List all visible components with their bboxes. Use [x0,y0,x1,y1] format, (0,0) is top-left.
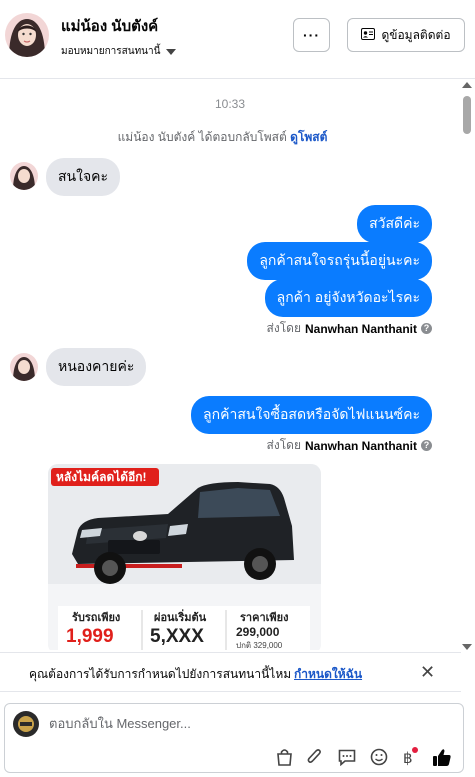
ad-col3-value: 299,000 [236,625,280,639]
customer-name[interactable]: แม่น้อง นับตังค์ [61,14,158,38]
help-icon[interactable]: ? [421,440,432,451]
ad-col1-value: 1,999 [66,626,114,647]
ad-col2-value: 5,XXX [150,626,204,647]
assign-prompt-banner: คุณต้องการได้รับการกำหนดไปยังการสนทนานี้… [0,652,461,692]
ad-col1-title: รับรถเพียง [72,611,120,624]
page-avatar [13,711,39,737]
scrollbar-thumb[interactable] [463,96,471,134]
sent-by-prefix: ส่งโดย [266,321,301,335]
paperclip-icon[interactable] [303,746,325,768]
contact-card-icon [361,27,376,43]
more-options-button[interactable]: ··· [293,18,330,52]
scroll-down-arrow-icon[interactable] [462,644,472,650]
thumbs-up-icon[interactable] [431,746,453,768]
payment-baht-icon[interactable]: ฿ [398,746,420,768]
customer-avatar-small [10,162,38,190]
message-composer: ฿ [4,703,464,773]
outgoing-message: สวัสดีค่ะ [357,205,432,243]
ad-headline: หลังไมค์ลดได้อีก! [56,469,147,484]
svg-text:฿: ฿ [403,749,413,767]
outgoing-message: ลูกค้า อยู่จังหวัดอะไรคะ [264,279,432,317]
outgoing-message: ลูกค้าสนใจรถรุ่นนี้อยู่นะคะ [247,242,432,280]
image-attachment[interactable]: หลังไมค์ลดได้อีก! รับรถเพียง 1,999 ผ่อนเ… [48,464,321,650]
assign-label: มอบหมายการสนทนานี้ [61,46,161,57]
close-icon[interactable]: ✕ [420,662,435,683]
scroll-up-arrow-icon[interactable] [462,82,472,88]
customer-avatar-small [10,353,38,381]
car-ad-image: หลังไมค์ลดได้อีก! รับรถเพียง 1,999 ผ่อนเ… [48,464,321,650]
assign-conversation-dropdown[interactable]: มอบหมายการสนทนานี้ [61,44,177,59]
reply-input[interactable] [49,716,349,731]
sent-by-label: ส่งโดย Nanwhan Nanthanit ? [267,436,432,455]
ad-col2-title: ผ่อนเริ่มต้น [154,609,207,624]
message-thread[interactable]: 10:33 แม่น้อง นับตังค์ ได้ตอบกลับโพสต์ ด… [0,80,475,650]
view-contact-button[interactable]: ดูข้อมูลติดต่อ [347,18,465,52]
conversation-header: แม่น้อง นับตังค์ มอบหมายการสนทนานี้ ··· … [0,0,475,79]
caret-down-icon [166,48,177,55]
saved-reply-icon[interactable] [336,746,358,768]
sent-by-label: ส่งโดย Nanwhan Nanthanit ? [267,319,432,338]
system-message-text: แม่น้อง นับตังค์ ได้ตอบกลับโพสต์ [117,130,287,144]
view-post-link[interactable]: ดูโพสต์ [290,130,327,144]
assign-prompt-text: คุณต้องการได้รับการกำหนดไปยังการสนทนานี้… [29,667,292,681]
sent-by-name: Nanwhan Nanthanit [304,321,417,336]
incoming-message: หนองคายค่ะ [46,348,147,386]
assign-to-me-link[interactable]: กำหนดให้ฉัน [294,665,362,684]
emoji-icon[interactable] [368,746,390,768]
message-timestamp: 10:33 [214,97,246,111]
help-icon[interactable]: ? [421,323,432,334]
view-contact-label: ดูข้อมูลติดต่อ [381,27,451,42]
sent-by-prefix: ส่งโดย [266,438,301,452]
customer-avatar[interactable] [5,13,49,57]
sent-by-name: Nanwhan Nanthanit [304,438,417,453]
shopping-bag-icon[interactable] [273,746,295,768]
system-message: แม่น้อง นับตังค์ ได้ตอบกลับโพสต์ ดูโพสต์ [0,128,445,147]
ad-col3-sub: ปกติ 329,000 [236,641,283,650]
ad-col3-title: ราคาเพียง [240,611,288,624]
chat-scrollbar[interactable] [462,80,472,652]
incoming-message: สนใจคะ [46,158,121,196]
outgoing-message: ลูกค้าสนใจซื้อสดหรือจัดไฟแนนซ์คะ [191,396,432,434]
